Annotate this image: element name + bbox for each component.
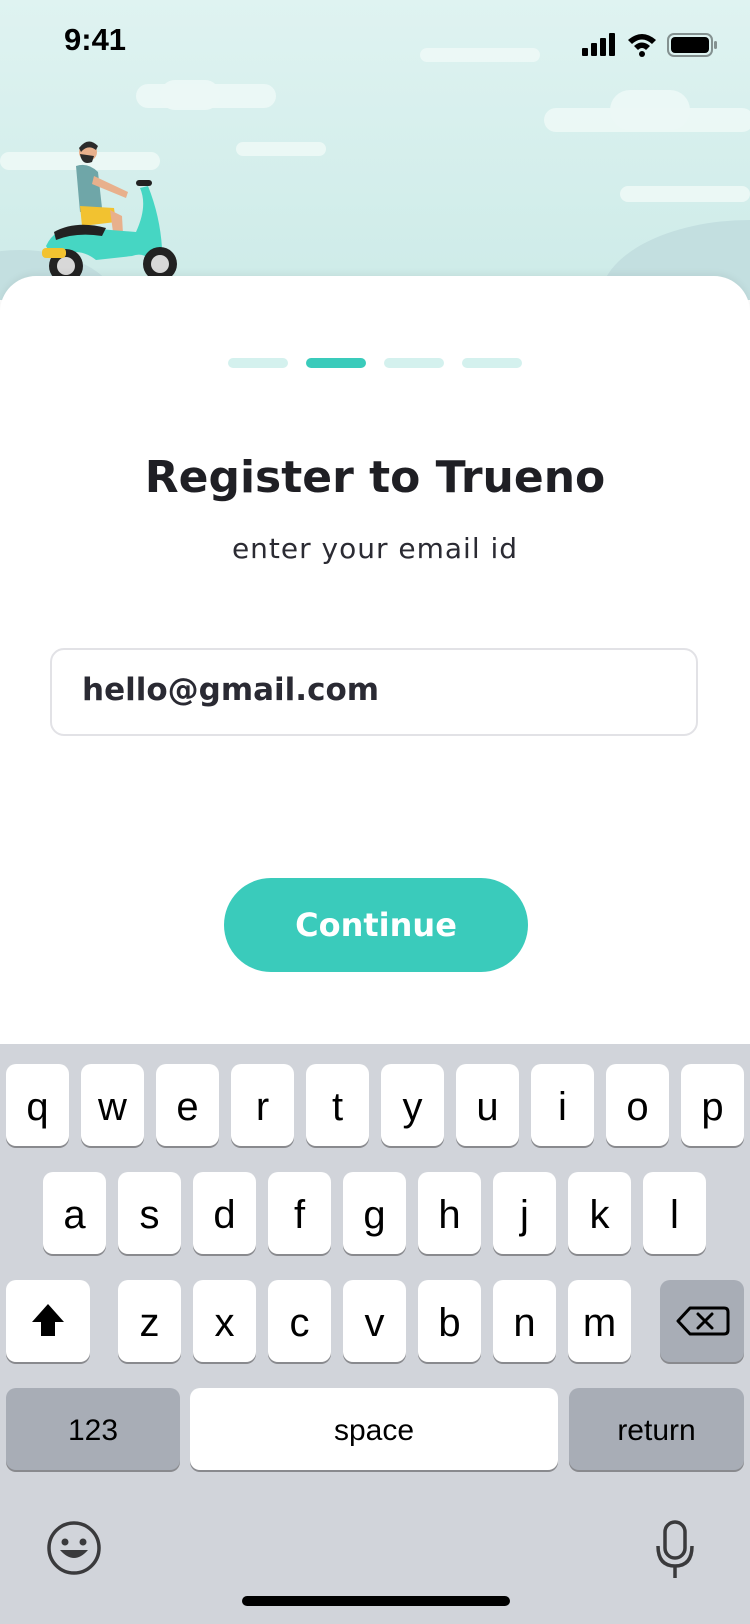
key-o[interactable]: o xyxy=(606,1064,669,1146)
page-subtitle: enter your email id xyxy=(231,532,519,565)
key-s[interactable]: s xyxy=(118,1172,181,1254)
status-icons xyxy=(582,30,722,60)
key-c[interactable]: c xyxy=(268,1280,331,1362)
shift-key[interactable] xyxy=(6,1280,90,1362)
key-l[interactable]: l xyxy=(643,1172,706,1254)
key-i[interactable]: i xyxy=(531,1064,594,1146)
progress-step-2-active xyxy=(306,358,366,368)
backspace-icon xyxy=(676,1306,730,1336)
key-p[interactable]: p xyxy=(681,1064,744,1146)
key-b[interactable]: b xyxy=(418,1280,481,1362)
space-key[interactable]: space xyxy=(190,1388,558,1470)
key-w[interactable]: w xyxy=(81,1064,144,1146)
key-k[interactable]: k xyxy=(568,1172,631,1254)
cloud xyxy=(610,90,690,130)
progress-step-3 xyxy=(384,358,444,368)
cloud xyxy=(236,142,326,156)
key-h[interactable]: h xyxy=(418,1172,481,1254)
registration-card: Register to Trueno enter your email id h… xyxy=(0,276,750,1046)
key-t[interactable]: t xyxy=(306,1064,369,1146)
key-n[interactable]: n xyxy=(493,1280,556,1362)
email-input[interactable]: hello@gmail.com xyxy=(50,648,698,736)
cellular-signal-icon xyxy=(582,33,615,56)
status-time: 9:41 xyxy=(64,22,127,57)
dictation-key[interactable] xyxy=(650,1518,700,1582)
microphone-icon xyxy=(656,1520,694,1578)
progress-step-1 xyxy=(228,358,288,368)
step-progress xyxy=(0,358,750,370)
key-m[interactable]: m xyxy=(568,1280,631,1362)
scooter-rider-illustration xyxy=(36,136,196,296)
home-indicator[interactable] xyxy=(242,1596,510,1606)
wifi-icon xyxy=(628,34,656,57)
key-r[interactable]: r xyxy=(231,1064,294,1146)
emoji-icon xyxy=(47,1521,101,1575)
key-q[interactable]: q xyxy=(6,1064,69,1146)
cloud xyxy=(620,186,750,202)
key-f[interactable]: f xyxy=(268,1172,331,1254)
key-x[interactable]: x xyxy=(193,1280,256,1362)
progress-step-4 xyxy=(462,358,522,368)
key-j[interactable]: j xyxy=(493,1172,556,1254)
battery-icon xyxy=(667,33,717,57)
email-input-value: hello@gmail.com xyxy=(82,672,380,708)
page-title: Register to Trueno xyxy=(144,452,606,503)
key-e[interactable]: e xyxy=(156,1064,219,1146)
key-z[interactable]: z xyxy=(118,1280,181,1362)
key-a[interactable]: a xyxy=(43,1172,106,1254)
onscreen-keyboard: q w e r t y u i o p a s d f g h j k l z … xyxy=(0,1044,750,1624)
return-key[interactable]: return xyxy=(569,1388,744,1470)
continue-button[interactable]: Continue xyxy=(224,878,528,972)
key-v[interactable]: v xyxy=(343,1280,406,1362)
emoji-key[interactable] xyxy=(44,1518,104,1578)
key-g[interactable]: g xyxy=(343,1172,406,1254)
key-y[interactable]: y xyxy=(381,1064,444,1146)
shift-icon xyxy=(32,1304,64,1336)
numbers-key[interactable]: 123 xyxy=(6,1388,180,1470)
backspace-key[interactable] xyxy=(660,1280,744,1362)
key-u[interactable]: u xyxy=(456,1064,519,1146)
key-d[interactable]: d xyxy=(193,1172,256,1254)
status-bar: 9:41 xyxy=(0,0,750,88)
